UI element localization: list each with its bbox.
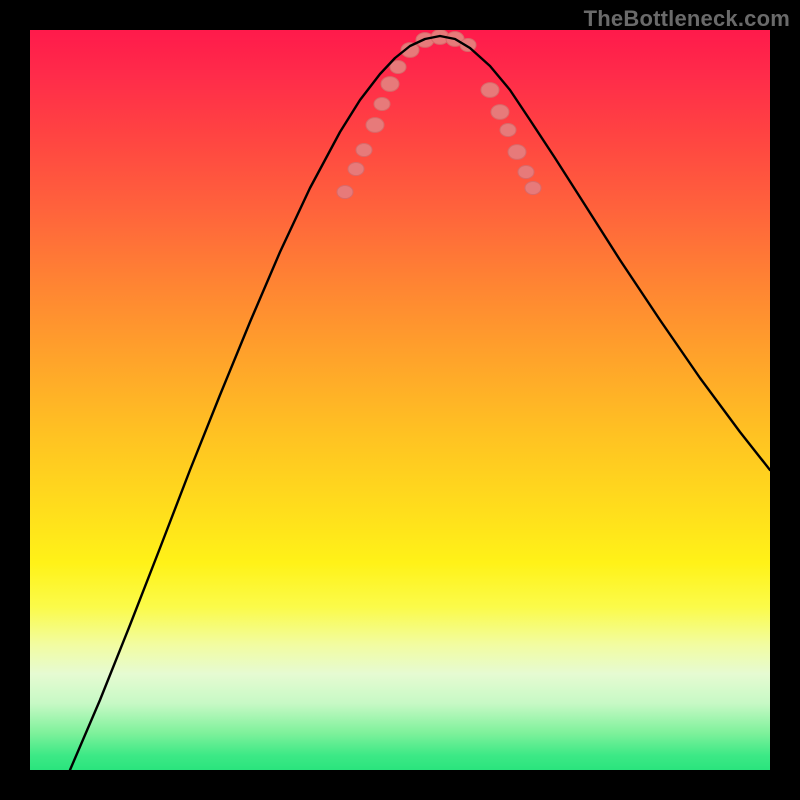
marker-bead <box>525 181 541 194</box>
curve-layer <box>30 30 770 770</box>
plot-area <box>30 30 770 770</box>
marker-bead <box>508 145 526 160</box>
marker-bead <box>460 38 476 51</box>
marker-bead <box>374 97 390 110</box>
marker-bead <box>337 185 353 198</box>
marker-bead <box>356 143 372 156</box>
watermark-text: TheBottleneck.com <box>584 6 790 32</box>
marker-beads-group <box>337 30 541 199</box>
marker-bead <box>500 123 516 136</box>
chart-frame: TheBottleneck.com <box>0 0 800 800</box>
marker-bead <box>491 105 509 120</box>
bottleneck-curve <box>70 36 770 770</box>
marker-bead <box>348 162 364 175</box>
marker-bead <box>366 118 384 133</box>
marker-bead <box>518 165 534 178</box>
marker-bead <box>381 77 399 92</box>
marker-bead <box>481 83 499 98</box>
